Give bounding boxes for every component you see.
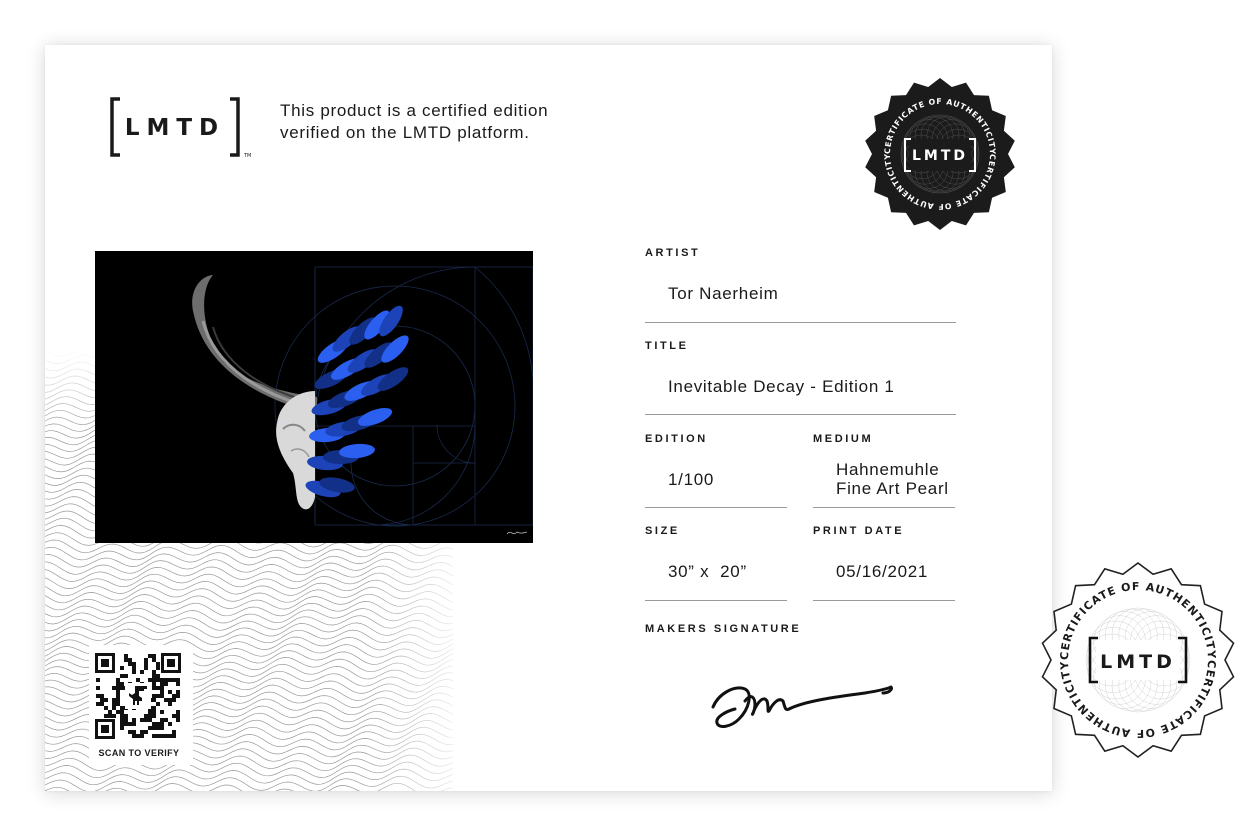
artwork-image — [95, 251, 533, 543]
tagline-line-1: This product is a certified edition — [280, 101, 549, 120]
title-value: Inevitable Decay - Edition 1 — [668, 377, 895, 396]
medium-label: MEDIUM — [813, 433, 874, 445]
signature-icon — [711, 685, 893, 728]
signature-label: MAKERS SIGNATURE — [645, 623, 802, 635]
medium-value: Hahnemuhle Fine Art Pearl — [836, 460, 949, 498]
certificate-card: LMTD TM This product is a certified edit… — [45, 45, 1052, 791]
certificate-seal-icon: CERTIFICATE OF AUTHENTICITY CERTIFICATE … — [1041, 562, 1235, 758]
seal-logo-text: LMTD — [912, 148, 968, 164]
lmtd-logo-icon: LMTD TM — [110, 97, 251, 159]
medium-value-line-2: Fine Art Pearl — [836, 479, 949, 498]
tagline: This product is a certified edition veri… — [280, 100, 610, 144]
certificate-seal-icon: CERTIFICATE OF AUTHENTICITY CERTIFICATE … — [865, 78, 1015, 230]
seal-logo-text: LMTD — [1100, 651, 1176, 673]
size-divider — [645, 600, 787, 601]
qr-code-icon[interactable] — [95, 653, 181, 739]
tagline-line-2: verified on the LMTD platform. — [280, 123, 530, 142]
edition-value: 1/100 — [668, 470, 715, 489]
qr-verify-block[interactable]: SCAN TO VERIFY — [89, 645, 193, 765]
medium-divider — [813, 507, 955, 508]
edition-divider — [645, 507, 787, 508]
size-label: SIZE — [645, 525, 680, 537]
artist-value: Tor Naerheim — [668, 284, 779, 303]
trademark-mark: TM — [243, 153, 251, 159]
medium-value-line-1: Hahnemuhle — [836, 460, 940, 479]
artist-label: ARTIST — [645, 247, 701, 259]
print-date-value: 05/16/2021 — [836, 562, 929, 581]
size-value: 30” x 20” — [668, 562, 747, 581]
title-divider — [645, 414, 956, 415]
artist-divider — [645, 322, 956, 323]
artwork-illustration — [95, 251, 533, 543]
print-date-label: PRINT DATE — [813, 525, 905, 537]
logo-text: LMTD — [125, 115, 225, 141]
print-date-divider — [813, 600, 955, 601]
title-label: TITLE — [645, 340, 689, 352]
edition-label: EDITION — [645, 433, 708, 445]
qr-caption: SCAN TO VERIFY — [98, 748, 180, 758]
